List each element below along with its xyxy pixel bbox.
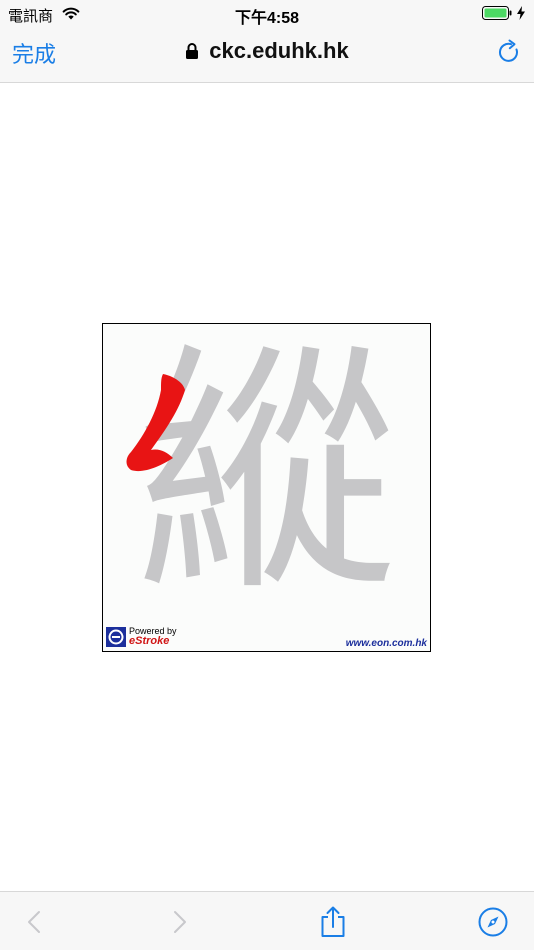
browser-screen: 電訊商 下午4:58 完成 ckc.eduhk.hk 縱 Powered by …	[0, 0, 534, 950]
compass-icon[interactable]	[478, 906, 508, 938]
back-icon[interactable]	[20, 906, 50, 938]
reload-icon[interactable]	[496, 39, 522, 65]
url-bar[interactable]: ckc.eduhk.hk	[0, 38, 534, 66]
url-text: ckc.eduhk.hk	[209, 38, 349, 63]
bottom-toolbar	[0, 891, 534, 950]
estroke-brand-label: eStroke	[129, 635, 170, 647]
status-bar: 電訊商 下午4:58	[0, 0, 534, 28]
lock-icon	[186, 43, 199, 59]
eon-site-link[interactable]: www.eon.com.hk	[346, 638, 427, 649]
battery-icon	[482, 6, 512, 20]
estroke-logo: Powered by eStroke	[106, 625, 186, 649]
estroke-mark-icon	[106, 627, 126, 647]
charging-icon	[517, 6, 525, 20]
status-time: 下午4:58	[234, 10, 300, 27]
share-icon[interactable]	[318, 906, 348, 938]
forward-icon[interactable]	[164, 906, 194, 938]
current-stroke-highlight	[126, 374, 185, 472]
stroke-animation-frame: 縱 Powered by eStroke www.eon.com.hk	[102, 323, 431, 652]
web-content: 縱 Powered by eStroke www.eon.com.hk	[0, 83, 534, 891]
nav-bar: 完成 ckc.eduhk.hk	[0, 28, 534, 83]
